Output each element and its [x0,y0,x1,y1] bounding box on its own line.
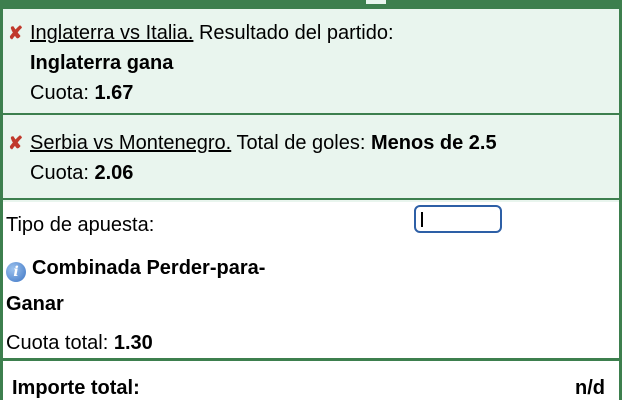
market-label: Resultado del partido: [198,22,394,44]
match-link[interactable]: Serbia vs Montenegro. [30,132,231,154]
odds-value: 1.67 [94,82,134,104]
total-stake-row: Importe total: n/d [3,361,619,400]
selection-item: ✘ Serbia vs Montenegro. Total de goles: M… [3,117,619,200]
selection-pick: Inglaterra gana [30,52,174,74]
bet-type-section: Tipo de apuesta: i Combinada Perder-para-… [3,202,619,361]
total-stake-value: n/d [575,377,605,399]
bet-type-name: i Combinada Perder-para- Ganar [6,250,326,322]
bet-type-name-line2: Ganar [6,293,64,315]
odds-label: Cuota: [30,162,89,184]
odds-value: 2.06 [94,162,134,184]
text-caret [421,212,423,227]
remove-selection-icon[interactable]: ✘ [8,18,26,48]
stake-input[interactable] [414,205,502,233]
selection-pick: Menos de 2.5 [370,132,497,154]
selection-item: ✘ Inglaterra vs Italia. Resultado del par… [3,9,619,115]
betslip-header-bar [0,0,622,9]
betslip-panel: ✘ Inglaterra vs Italia. Resultado del par… [0,9,622,400]
bet-type-name-line1: Combinada Perder-para- [32,257,266,279]
odds-label: Cuota: [30,82,89,104]
bet-type-label: Tipo de apuesta: [6,214,155,236]
total-odds-label: Cuota total: [6,332,109,354]
market-label: Total de goles: [236,132,366,154]
info-icon[interactable]: i [6,262,26,282]
header-notch [366,0,386,4]
total-odds: Cuota total: 1.30 [6,328,153,358]
total-stake-label: Importe total: [12,377,140,399]
total-odds-value: 1.30 [113,332,153,354]
match-link[interactable]: Inglaterra vs Italia. [30,22,193,44]
remove-selection-icon[interactable]: ✘ [8,128,26,158]
